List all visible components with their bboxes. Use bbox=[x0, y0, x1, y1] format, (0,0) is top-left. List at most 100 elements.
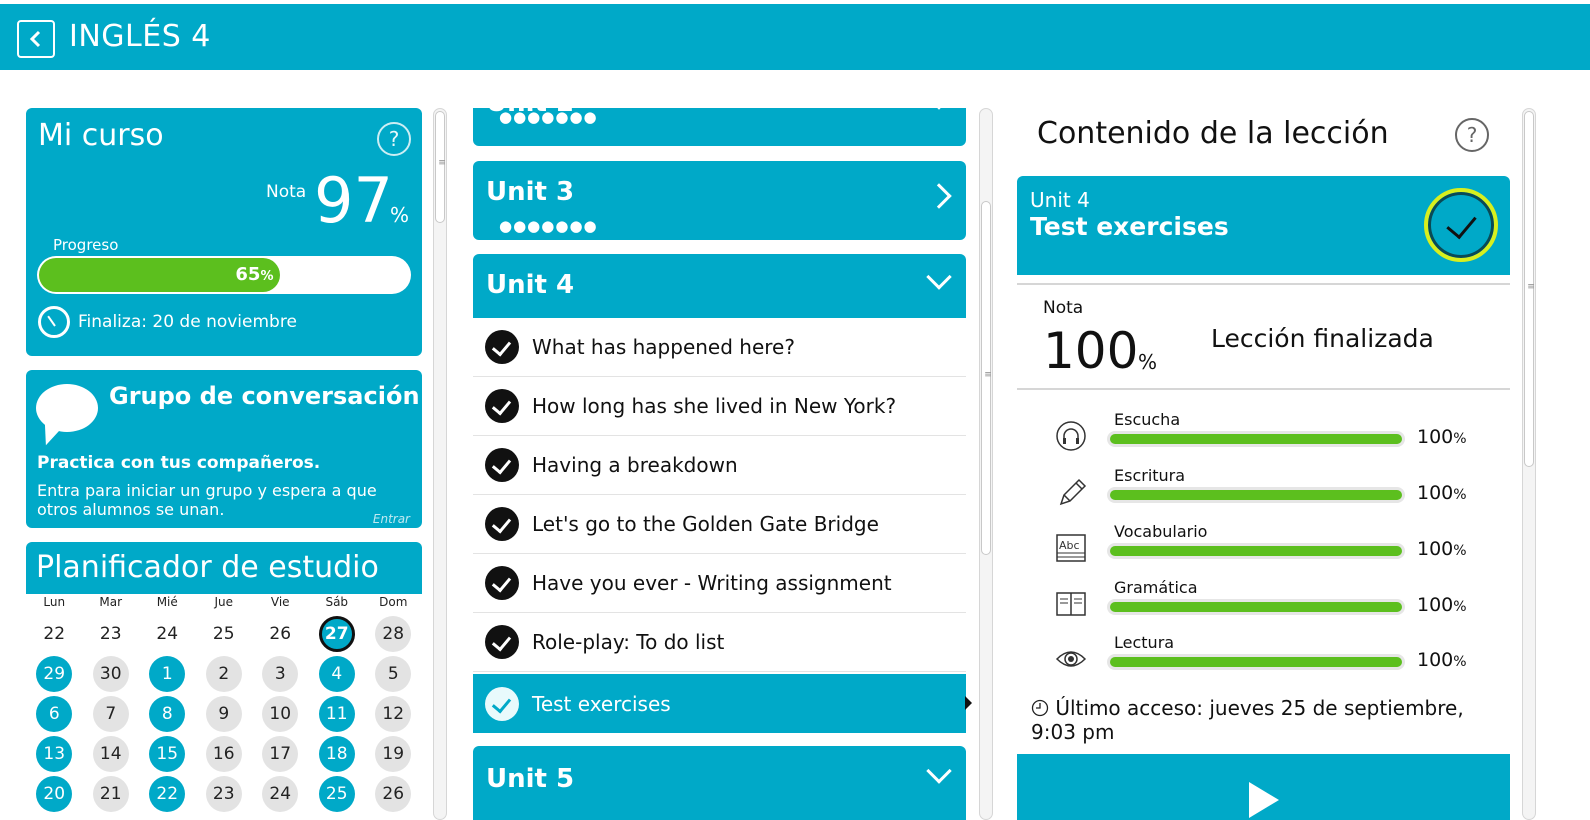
my-course-title: Mi curso bbox=[38, 118, 164, 153]
calendar-day[interactable]: 25 bbox=[309, 776, 366, 812]
skill-listening: Escucha 100% bbox=[1055, 410, 1495, 460]
middle-scrollbar-thumb[interactable]: ≡ bbox=[981, 201, 992, 555]
progress-fill: 65% bbox=[39, 258, 280, 292]
calendar-day[interactable]: 24 bbox=[139, 616, 196, 652]
calendar-day[interactable]: 25 bbox=[196, 616, 253, 652]
calendar-day[interactable]: 26 bbox=[365, 776, 422, 812]
left-scrollbar-thumb[interactable]: ≡ bbox=[435, 111, 446, 223]
chevron-right-icon bbox=[926, 183, 952, 209]
grade-label: Nota bbox=[266, 182, 307, 202]
top-bar: INGLÉS 4 bbox=[0, 0, 1590, 70]
lesson-item[interactable]: Let's go to the Golden Gate Bridge bbox=[473, 495, 966, 554]
calendar-day[interactable]: 22 bbox=[139, 776, 196, 812]
calendar-day[interactable]: 18 bbox=[309, 736, 366, 772]
calendar-day[interactable]: 6 bbox=[26, 696, 83, 732]
calendar-day[interactable]: 17 bbox=[252, 736, 309, 772]
calendar-day[interactable]: 26 bbox=[252, 616, 309, 652]
calendar-day[interactable]: 29 bbox=[26, 656, 83, 692]
calendar-day[interactable]: 2 bbox=[196, 656, 253, 692]
unit-3-header[interactable]: Unit 3 ●●●●●●● bbox=[473, 161, 966, 240]
calendar-day[interactable]: 8 bbox=[139, 696, 196, 732]
calendar-day[interactable]: 7 bbox=[83, 696, 140, 732]
lesson-unit: Unit 4 bbox=[1030, 188, 1090, 212]
skill-bar bbox=[1107, 487, 1405, 503]
calendar-week: 22 23 24 25 26 27 28 bbox=[26, 614, 422, 654]
right-scrollbar-thumb[interactable]: ≡ bbox=[1524, 111, 1535, 467]
skill-value: 100% bbox=[1417, 649, 1467, 671]
lesson-item[interactable]: How long has she lived in New York? bbox=[473, 377, 966, 436]
calendar-day[interactable]: 23 bbox=[83, 616, 140, 652]
unit-5-header[interactable]: Unit 5 bbox=[473, 746, 966, 820]
left-scrollbar[interactable]: ≡ bbox=[433, 108, 447, 820]
calendar-day[interactable]: 24 bbox=[252, 776, 309, 812]
svg-text:Abc: Abc bbox=[1059, 539, 1080, 552]
weekday-label: Sáb bbox=[325, 595, 349, 609]
calendar-day[interactable]: 28 bbox=[365, 616, 422, 652]
pencil-icon bbox=[1055, 476, 1087, 508]
calendar-day[interactable]: 20 bbox=[26, 776, 83, 812]
calendar-day[interactable]: 30 bbox=[83, 656, 140, 692]
calendar-day[interactable]: 23 bbox=[196, 776, 253, 812]
checkmark-icon bbox=[485, 389, 519, 423]
calendar-day[interactable]: 21 bbox=[83, 776, 140, 812]
completed-check-icon bbox=[1424, 188, 1498, 262]
calendar-day[interactable]: 16 bbox=[196, 736, 253, 772]
lesson-item[interactable]: Role-play: To do list bbox=[473, 613, 966, 672]
calendar-day[interactable]: 14 bbox=[83, 736, 140, 772]
calendar-day[interactable]: 9 bbox=[196, 696, 253, 732]
calendar-day[interactable]: 11 bbox=[309, 696, 366, 732]
chevron-down-icon bbox=[926, 758, 952, 784]
help-icon[interactable]: ? bbox=[377, 122, 411, 156]
unit-2-header[interactable]: Unit 2 ●●●●●●● bbox=[473, 108, 966, 146]
progress-label: Progreso bbox=[53, 236, 119, 254]
skill-value: 100% bbox=[1417, 426, 1467, 448]
right-scrollbar[interactable]: ≡ bbox=[1522, 108, 1536, 820]
help-icon[interactable]: ? bbox=[1455, 118, 1489, 152]
finish-date: Finaliza: 20 de noviembre bbox=[38, 306, 297, 338]
weekday-label: Dom bbox=[379, 595, 408, 609]
unit-4-name: Unit 4 bbox=[486, 270, 575, 300]
conversation-group-description: Entra para iniciar un grupo y espera a q… bbox=[37, 481, 377, 519]
lesson-item[interactable]: Having a breakdown bbox=[473, 436, 966, 495]
last-access: Último acceso: jueves 25 de septiembre, … bbox=[1031, 696, 1501, 744]
calendar-day[interactable]: 4 bbox=[309, 656, 366, 692]
weekday-label: Mar bbox=[99, 595, 123, 609]
calendar-day[interactable]: 15 bbox=[139, 736, 196, 772]
lesson-item[interactable]: Have you ever - Writing assignment bbox=[473, 554, 966, 613]
calendar-week: 6 7 8 9 10 11 12 bbox=[26, 694, 422, 734]
divider bbox=[1017, 283, 1510, 285]
lesson-item-selected[interactable]: Test exercises bbox=[473, 674, 966, 733]
lesson-item[interactable]: What has happened here? bbox=[473, 318, 966, 377]
back-button[interactable] bbox=[17, 20, 55, 58]
checkmark-icon bbox=[485, 507, 519, 541]
calendar-day[interactable]: 3 bbox=[252, 656, 309, 692]
middle-scrollbar[interactable]: ≡ bbox=[979, 108, 993, 820]
calendar-day[interactable]: 1 bbox=[139, 656, 196, 692]
course-title: INGLÉS 4 bbox=[69, 19, 211, 54]
play-button[interactable] bbox=[1017, 754, 1510, 820]
calendar-day[interactable]: 22 bbox=[26, 616, 83, 652]
checkmark-icon bbox=[485, 625, 519, 659]
chevron-down-icon bbox=[926, 264, 952, 290]
calendar-day[interactable]: 5 bbox=[365, 656, 422, 692]
unit-4-header[interactable]: Unit 4 bbox=[473, 254, 966, 318]
weekday-label: Jue bbox=[214, 595, 234, 609]
lesson-grade-unit: % bbox=[1138, 350, 1158, 374]
calendar-day[interactable]: 19 bbox=[365, 736, 422, 772]
last-access-text: Último acceso: jueves 25 de septiembre, … bbox=[1031, 696, 1464, 744]
checkmark-icon bbox=[485, 566, 519, 600]
lesson-status: Lección finalizada bbox=[1211, 324, 1434, 353]
calendar-day-today[interactable]: 27 bbox=[309, 616, 366, 652]
skill-bar-fill bbox=[1110, 602, 1402, 612]
calendar-day[interactable]: 10 bbox=[252, 696, 309, 732]
enter-link[interactable]: Entrar bbox=[373, 512, 410, 526]
calendar-week: 20 21 22 23 24 25 26 bbox=[26, 774, 422, 814]
progress-bar: 65% bbox=[37, 256, 411, 294]
calendar-day[interactable]: 12 bbox=[365, 696, 422, 732]
eye-icon bbox=[1055, 643, 1087, 675]
calendar-weekdays: Lun Mar Mié Jue Vie Sáb Dom bbox=[26, 595, 422, 609]
skill-value: 100% bbox=[1417, 538, 1467, 560]
calendar-day[interactable]: 13 bbox=[26, 736, 83, 772]
book-icon bbox=[1055, 588, 1087, 620]
conversation-group-card[interactable]: Grupo de conversación Practica con tus c… bbox=[26, 370, 422, 528]
